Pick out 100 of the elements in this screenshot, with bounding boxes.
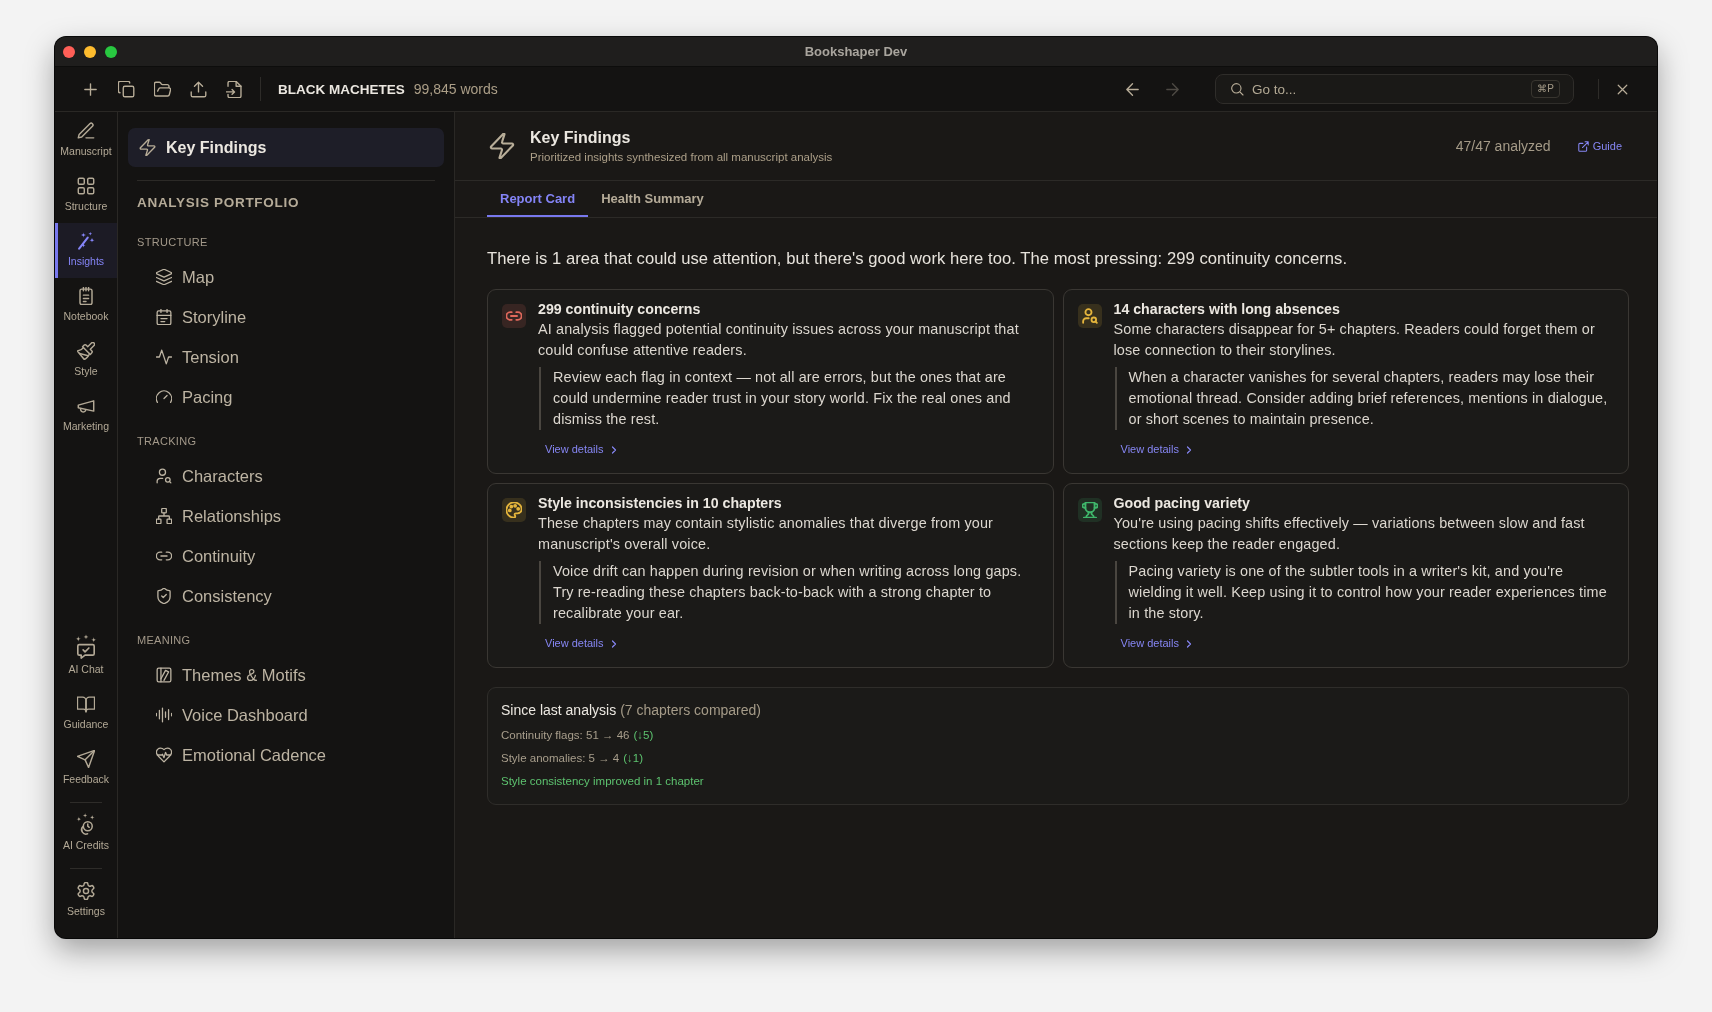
section-heading: STRUCTURE [137,236,209,249]
finding-description: AI analysis flagged potential continuity issues across your manuscript that could confuse attentive readers. [538,320,1020,360]
window-zoom-icon[interactable] [105,45,117,58]
sidebar-item[interactable]: Tension [128,337,444,377]
finding-title: Good pacing variety [1113,494,1251,513]
file-arrow-icon[interactable] [225,80,243,98]
metric-delta: (↓5) [633,729,654,741]
finding-description: These chapters may contain stylistic anomalies that diverge from your manuscript's overall voice. [538,514,995,554]
settings-icon [77,882,95,900]
shield-check-icon [156,588,172,604]
paintbrush-icon [77,342,95,360]
finding-title: Style inconsistencies in 10 chapters [538,494,783,513]
finding-description: You're using pacing shifts effectively — variations between slow and fast sections keep the reader engaged. [1113,514,1586,554]
changes-title: Since last analysis [501,702,617,718]
sidebar-item[interactable]: Characters [128,456,444,496]
view-details-link[interactable]: View details [1120,637,1193,650]
sidebar-item[interactable]: Consistency [128,576,444,616]
arrow-left-icon[interactable] [1123,80,1141,98]
finding-title: 14 characters with long absences [1113,300,1341,319]
page-subtitle: Prioritized insights synthesized from all manuscript analysis [530,150,833,164]
megaphone-icon [77,397,95,415]
paper-plane-icon [77,750,95,768]
section-heading: TRACKING [137,435,198,448]
calendar-icon [156,309,172,325]
summary-text: There is 1 area that could use attention, but there's good work here too. The most pressing: 299 continuity concerns. [487,249,1349,269]
search-icon [1230,82,1244,96]
view-details-link[interactable]: View details [545,443,618,456]
sidebar-item[interactable]: Emotional Cadence [128,735,444,775]
audio-bars-icon [156,707,172,723]
chevron-right-icon [1185,639,1193,648]
palette-icon [502,498,526,522]
chevron-right-icon [1185,445,1193,454]
upload-icon[interactable] [189,80,207,98]
page-title: Key Findings [530,128,632,147]
copy-icon[interactable] [117,80,135,98]
sidebar-item[interactable]: Relationships [128,496,444,536]
heart-pulse-icon [156,747,172,763]
guide-link[interactable]: Guide [1577,140,1622,152]
pulse-line-icon [156,349,172,365]
finding-description: Some characters disappear for 5+ chapters. Readers could forget them or lose connection to their storylines. [1113,320,1596,360]
window-title: Bookshaper Dev [804,44,908,59]
window-close-icon[interactable] [63,45,75,58]
hierarchy-icon [156,508,172,524]
chevron-right-icon [609,445,618,454]
grid-icon [77,177,95,195]
shortcut-key: ⌘P [1531,80,1560,98]
changes-detail: (7 chapters compared) [620,702,761,718]
advice-quote: Voice drift can happen during revision or when writing across long gaps. Try re-reading these chapters back-to-back with a strong chapter to recalibrate your ear. [539,561,1039,624]
sidebar-item[interactable]: Voice Dashboard [128,695,444,735]
sidebar-item[interactable]: Pacing [128,377,444,417]
tab[interactable]: Report Card [487,181,589,217]
advice-quote: When a character vanishes for several chapters, readers may lose their emotional thread. Consider adding brief references, mentions in dialogue, or short scenes to maintain presence. [1114,367,1614,430]
window-minimize-icon[interactable] [84,45,96,58]
advice-quote: Review each flag in context — not all are errors, but the ones that are could undermine reader trust in your story world. Fix the real ones and dismiss the rest. [539,367,1039,430]
link-icon [502,304,526,328]
finding-title: 299 continuity concerns [538,300,702,319]
gauge-icon [156,389,172,405]
layers-icon [156,269,172,285]
nav-item[interactable]: Insights [55,223,117,278]
sidebar-item[interactable]: Continuity [128,536,444,576]
metric-delta: (↓1) [623,752,644,764]
word-count: 99,845 words [413,81,498,97]
portfolio-heading: ANALYSIS PORTFOLIO [137,195,301,211]
view-details-link[interactable]: View details [1120,443,1193,456]
sidebar-item[interactable]: Key Findings [128,128,444,167]
sidebar-item[interactable]: Themes & Motifs [128,655,444,695]
user-search-icon [1077,304,1102,328]
advice-quote: Pacing variety is one of the subtler tools in a writer's kit, and you're wielding it well. Keep using it to control how your reader experiences time in the story. [1114,561,1614,624]
nav-item[interactable]: Style [55,333,117,388]
swatch-icon [156,667,172,683]
folder-icon[interactable] [153,80,171,98]
nav-item[interactable]: Structure [55,168,117,223]
notepad-icon [77,287,95,305]
chevron-right-icon [609,639,618,648]
nav-item[interactable]: Notebook [55,278,117,333]
metric-text: Style anomalies: 5 → 4 [501,752,620,764]
nav-item[interactable]: Manuscript [55,113,117,168]
book-icon [77,695,95,713]
project-title: BLACK MACHETES [278,81,405,97]
user-search-icon [156,468,172,484]
section-heading: MEANING [137,634,192,647]
nav-item[interactable]: Feedback [55,741,117,796]
sidebar-item[interactable]: Storyline [128,297,444,337]
metric-text: Continuity flags: 51 → 46 [501,729,630,741]
analysis-status: 47/47 analyzed [1455,138,1551,154]
improvement-note: Style consistency improved in 1 chapter [501,774,705,789]
nav-item[interactable]: Guidance [55,686,117,741]
pencil-icon [77,122,95,140]
external-link-icon [1577,140,1589,152]
lightning-icon [139,139,156,156]
nav-item[interactable]: AI Credits [55,807,117,862]
nav-item[interactable]: Settings [55,873,117,928]
tab[interactable]: Health Summary [588,181,717,217]
wand-sparkles-icon [77,232,95,250]
nav-item[interactable]: AI Chat [55,629,117,686]
view-details-link[interactable]: View details [545,637,618,650]
lightning-icon [489,133,515,159]
sidebar-item[interactable]: Map [128,257,444,297]
nav-item[interactable]: Marketing [55,388,117,443]
plus-icon[interactable] [81,80,99,98]
